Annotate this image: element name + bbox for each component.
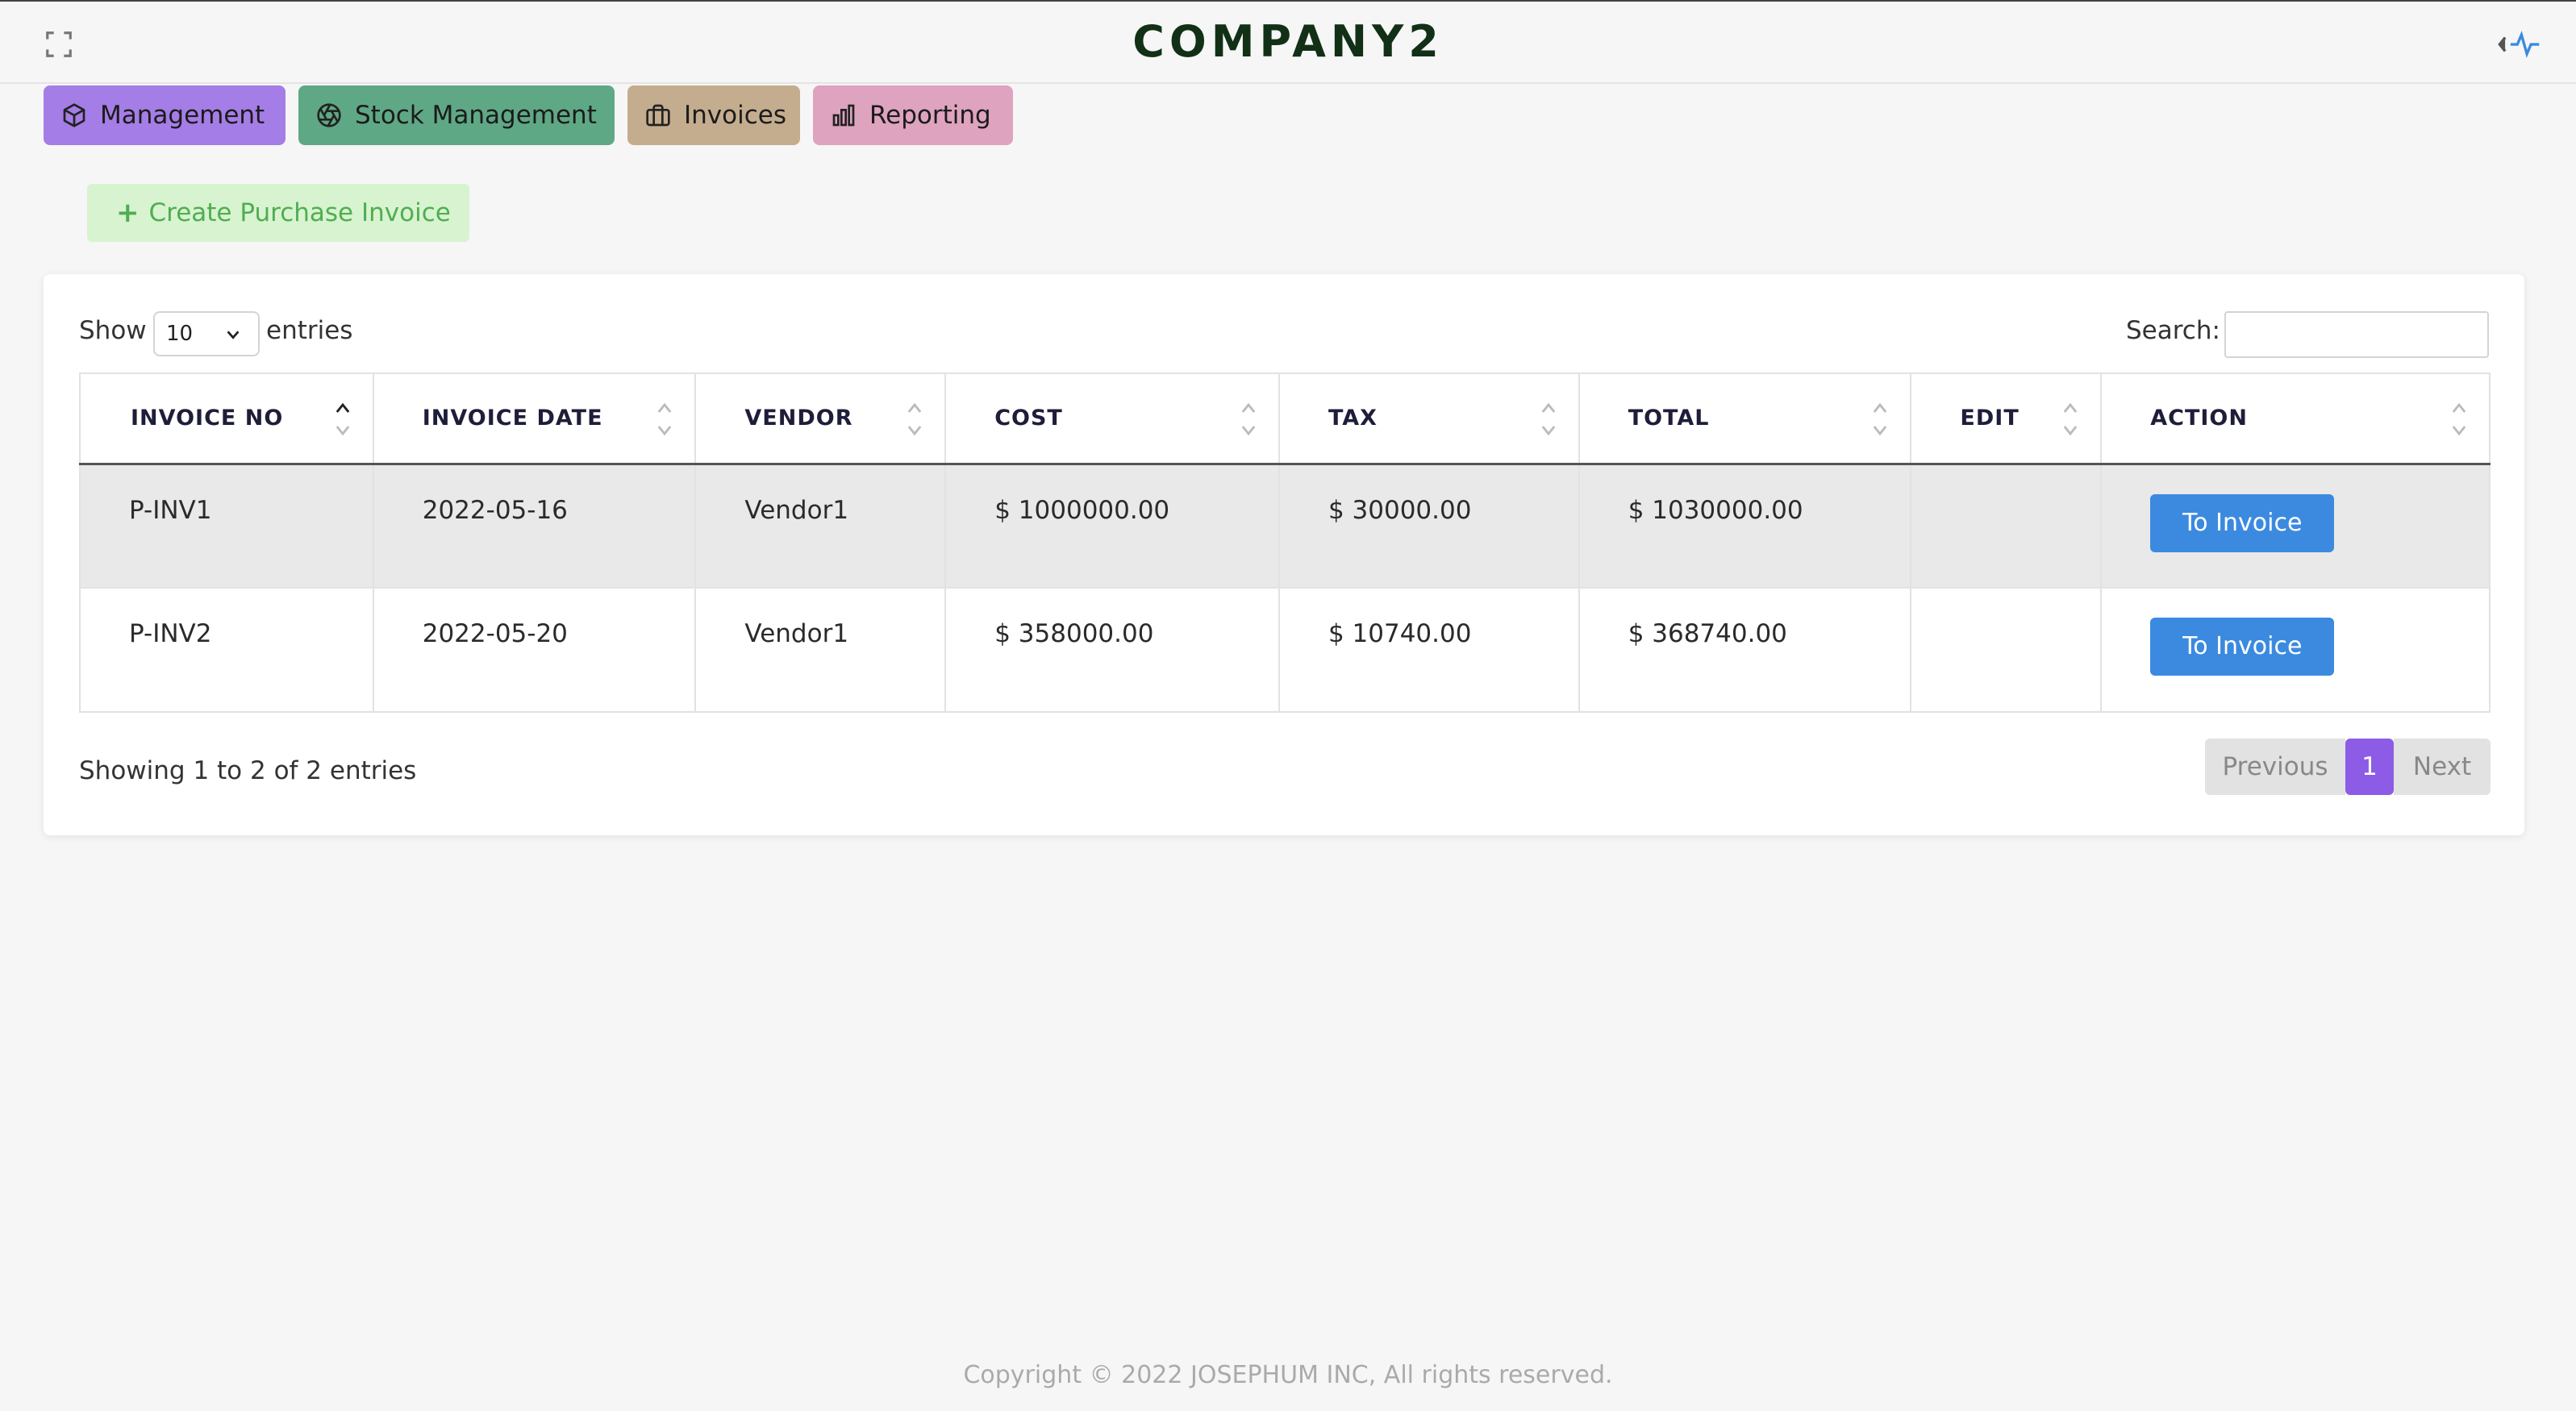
sort-icon xyxy=(1241,402,1256,436)
page-length-value: 10 xyxy=(166,322,194,346)
nav-invoices-button[interactable]: Invoices xyxy=(627,85,800,145)
sort-icon xyxy=(658,402,672,436)
col-edit[interactable]: EDIT xyxy=(1910,373,2103,465)
table-row: P-INV1 2022-05-16 Vendor1 $ 1000000.00 $… xyxy=(79,463,2491,589)
cell-vendor: Vendor1 xyxy=(694,463,947,589)
nav-reporting-label: Reporting xyxy=(869,101,991,130)
cell-tax: $ 30000.00 xyxy=(1278,463,1580,589)
cell-action: To Invoice xyxy=(2100,587,2491,713)
col-invoice-no[interactable]: INVOICE NO xyxy=(79,373,374,465)
cell-cost: $ 1000000.00 xyxy=(944,463,1280,589)
col-total[interactable]: TOTAL xyxy=(1578,373,1912,465)
nav-management-button[interactable]: Management xyxy=(44,85,286,145)
nav-reporting-button[interactable]: Reporting xyxy=(813,85,1013,145)
entries-label: entries xyxy=(266,316,353,345)
invoice-table: INVOICE NO INVOICE DATE VENDOR COST TAX … xyxy=(79,373,2491,713)
to-invoice-button[interactable]: To Invoice xyxy=(2150,618,2335,676)
show-label: Show xyxy=(79,316,147,345)
sort-asc-icon xyxy=(336,402,350,436)
pagination-page-1[interactable]: 1 xyxy=(2345,739,2394,795)
top-bar: COMPANY2 xyxy=(0,0,2576,84)
cell-invoice-date: 2022-05-20 xyxy=(372,587,697,713)
brand-title: COMPANY2 xyxy=(1132,16,1444,67)
cell-edit xyxy=(1910,463,2103,589)
create-purchase-invoice-label: Create Purchase Invoice xyxy=(148,198,451,227)
pagination-previous-button[interactable]: Previous xyxy=(2205,739,2345,795)
activity-pulse-icon[interactable] xyxy=(2497,31,2541,58)
table-header-row: INVOICE NO INVOICE DATE VENDOR COST TAX … xyxy=(79,373,2491,465)
sort-icon xyxy=(2452,402,2466,436)
table-row: P-INV2 2022-05-20 Vendor1 $ 358000.00 $ … xyxy=(79,587,2491,713)
cell-invoice-date: 2022-05-16 xyxy=(372,463,697,589)
cell-action: To Invoice xyxy=(2100,463,2491,589)
col-action[interactable]: ACTION xyxy=(2100,373,2491,465)
bar-chart-icon xyxy=(832,104,855,127)
cell-tax: $ 10740.00 xyxy=(1278,587,1580,713)
page-length-select[interactable]: 10 xyxy=(153,311,260,356)
sort-icon xyxy=(907,402,922,436)
search-label: Search: xyxy=(2126,316,2220,345)
nav-stock-management-button[interactable]: Stock Management xyxy=(298,85,615,145)
sort-icon xyxy=(1874,402,1887,436)
nav-management-label: Management xyxy=(100,101,265,130)
chevron-down-icon xyxy=(227,331,240,339)
footer-copyright: Copyright © 2022 JOSEPHUM INC, All right… xyxy=(963,1361,1613,1389)
cell-edit xyxy=(1910,587,2103,713)
box-icon xyxy=(63,103,85,127)
cell-invoice-no: P-INV2 xyxy=(79,587,374,713)
sort-icon xyxy=(2063,402,2078,436)
sort-icon xyxy=(1541,402,1556,436)
nav-stock-management-label: Stock Management xyxy=(355,101,597,130)
pagination-next-button[interactable]: Next xyxy=(2394,739,2491,795)
col-vendor[interactable]: VENDOR xyxy=(694,373,947,465)
col-cost[interactable]: COST xyxy=(944,373,1280,465)
cell-cost: $ 358000.00 xyxy=(944,587,1280,713)
create-purchase-invoice-button[interactable]: + Create Purchase Invoice xyxy=(87,184,469,242)
briefcase-icon xyxy=(646,104,670,127)
col-invoice-date[interactable]: INVOICE DATE xyxy=(372,373,697,465)
cell-total: $ 368740.00 xyxy=(1578,587,1912,713)
to-invoice-button[interactable]: To Invoice xyxy=(2150,493,2335,552)
search-input[interactable] xyxy=(2224,311,2489,358)
aperture-icon xyxy=(317,103,341,127)
cell-invoice-no: P-INV1 xyxy=(79,463,374,589)
cell-total: $ 1030000.00 xyxy=(1578,463,1912,589)
col-tax[interactable]: TAX xyxy=(1278,373,1580,465)
plus-icon: + xyxy=(116,197,140,229)
cell-vendor: Vendor1 xyxy=(694,587,947,713)
nav-invoices-label: Invoices xyxy=(684,101,786,130)
table-info: Showing 1 to 2 of 2 entries xyxy=(79,756,417,785)
